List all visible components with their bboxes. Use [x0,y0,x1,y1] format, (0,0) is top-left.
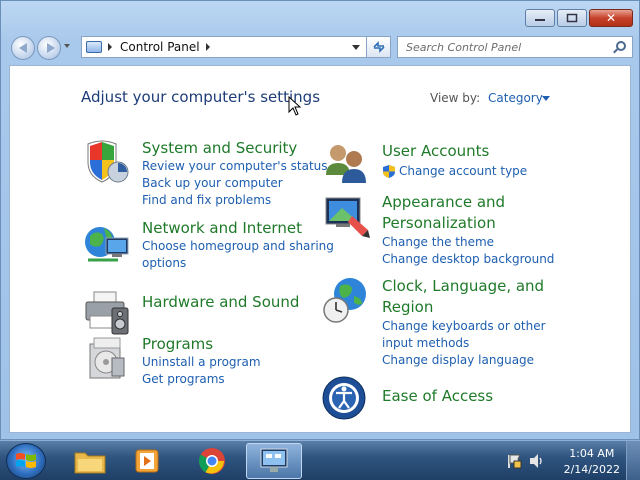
back-button[interactable] [11,36,35,60]
address-dropdown-icon[interactable] [352,45,360,50]
link-homegroup-sharing[interactable]: Choose homegroup and sharing [142,238,334,255]
link-get-programs[interactable]: Get programs [142,371,261,388]
category-title-line2[interactable]: Region [382,297,433,317]
users-icon[interactable] [322,141,372,189]
link-change-account-type-label[interactable]: Change account type [399,163,527,180]
breadcrumb-separator-icon[interactable] [108,43,112,51]
volume-icon[interactable] [528,453,546,469]
control-panel-icon [86,41,102,53]
category-title[interactable]: Network and Internet [142,218,302,238]
forward-button[interactable] [37,36,61,60]
link-homegroup-sharing-options[interactable]: options [142,255,334,272]
maximize-icon [566,13,578,23]
refresh-icon [372,41,385,53]
link-change-display-language[interactable]: Change display language [382,352,546,369]
start-button[interactable] [6,443,46,479]
category-network-internet: Network and Internet Choose homegroup an… [82,218,334,278]
mouse-cursor-icon [288,96,302,116]
view-by-dropdown[interactable]: Category [488,91,543,105]
system-tray: 1:04 AM 2/14/2022 [500,441,640,480]
back-arrow-icon [19,43,27,53]
taskbar-control-panel[interactable] [246,443,302,479]
uac-shield-icon [383,165,395,178]
category-programs: Programs Uninstall a program Get program… [82,334,322,394]
chrome-icon [198,448,225,474]
minimize-icon [535,19,545,21]
network-globe-icon[interactable] [82,218,132,266]
ease-of-access-icon[interactable] [322,374,372,422]
category-ease-of-access: Ease of Access [322,374,612,424]
chevron-down-icon[interactable] [542,96,550,101]
breadcrumb-separator-icon[interactable] [205,43,210,51]
clock-time: 1:04 AM [569,447,615,460]
shield-icon[interactable] [82,138,132,186]
appearance-icon[interactable] [322,192,372,240]
programs-icon[interactable] [82,334,132,382]
link-back-up[interactable]: Back up your computer [142,175,328,192]
search-box[interactable] [397,36,633,58]
minimize-button[interactable] [525,9,555,27]
link-change-keyboards[interactable]: Change keyboards or other [382,318,546,335]
category-user-accounts: User Accounts Change account type [322,141,612,189]
close-icon: ✕ [605,11,617,25]
category-system-security: System and Security Review your computer… [82,138,328,208]
search-icon[interactable] [616,41,626,51]
category-appearance-personalization: Appearance and Personalization Change th… [322,192,612,266]
windows-logo-icon [16,453,36,468]
category-title[interactable]: User Accounts [382,141,489,161]
printer-icon[interactable] [82,288,132,336]
category-hardware-sound: Hardware and Sound [82,288,322,340]
category-title-line1[interactable]: Appearance and [382,192,505,212]
view-by-label: View by: [430,91,481,105]
media-player-icon [135,449,159,473]
folder-icon [74,452,106,474]
link-find-fix[interactable]: Find and fix problems [142,192,328,209]
link-change-account-type[interactable]: Change account type [382,163,527,180]
show-desktop-button[interactable] [626,441,640,480]
close-button[interactable]: ✕ [589,9,633,27]
control-panel-window: ✕ Control Panel Adjust your computer's s… [0,0,640,440]
window-controls: ✕ [525,9,633,27]
link-uninstall-program[interactable]: Uninstall a program [142,354,261,371]
forward-arrow-icon [47,43,55,53]
address-bar[interactable]: Control Panel [81,36,367,58]
link-review-status[interactable]: Review your computer's status [142,158,328,175]
link-change-desktop-background[interactable]: Change desktop background [382,251,554,268]
clock-date: 2/14/2022 [563,463,620,476]
category-title[interactable]: Ease of Access [382,386,493,406]
link-input-methods[interactable]: input methods [382,335,546,352]
clock-globe-icon[interactable] [322,276,372,324]
clock[interactable]: 1:04 AM 2/14/2022 [564,446,620,478]
main-content: Adjust your computer's settings View by:… [9,65,631,433]
refresh-button[interactable] [367,36,391,58]
category-title[interactable]: Programs [142,334,213,354]
category-title[interactable]: System and Security [142,138,297,158]
taskbar-file-explorer[interactable] [62,443,118,479]
link-change-theme[interactable]: Change the theme [382,234,554,251]
page-title: Adjust your computer's settings [81,88,321,106]
taskbar-chrome[interactable] [184,443,240,479]
taskbar-media-player[interactable] [120,443,176,479]
search-input[interactable] [398,40,598,54]
control-panel-icon [260,448,288,472]
category-title[interactable]: Hardware and Sound [142,292,299,312]
breadcrumb-control-panel[interactable]: Control Panel [120,40,200,54]
category-title-line1[interactable]: Clock, Language, and [382,276,544,296]
recent-pages-dropdown-icon[interactable] [64,44,70,48]
action-center-flag-icon[interactable] [506,453,522,469]
maximize-button[interactable] [557,9,587,27]
category-title-line2[interactable]: Personalization [382,213,496,233]
category-clock-language-region: Clock, Language, and Region Change keybo… [322,276,612,367]
navigation-bar: Control Panel [9,34,633,60]
taskbar: 1:04 AM 2/14/2022 [0,440,640,480]
